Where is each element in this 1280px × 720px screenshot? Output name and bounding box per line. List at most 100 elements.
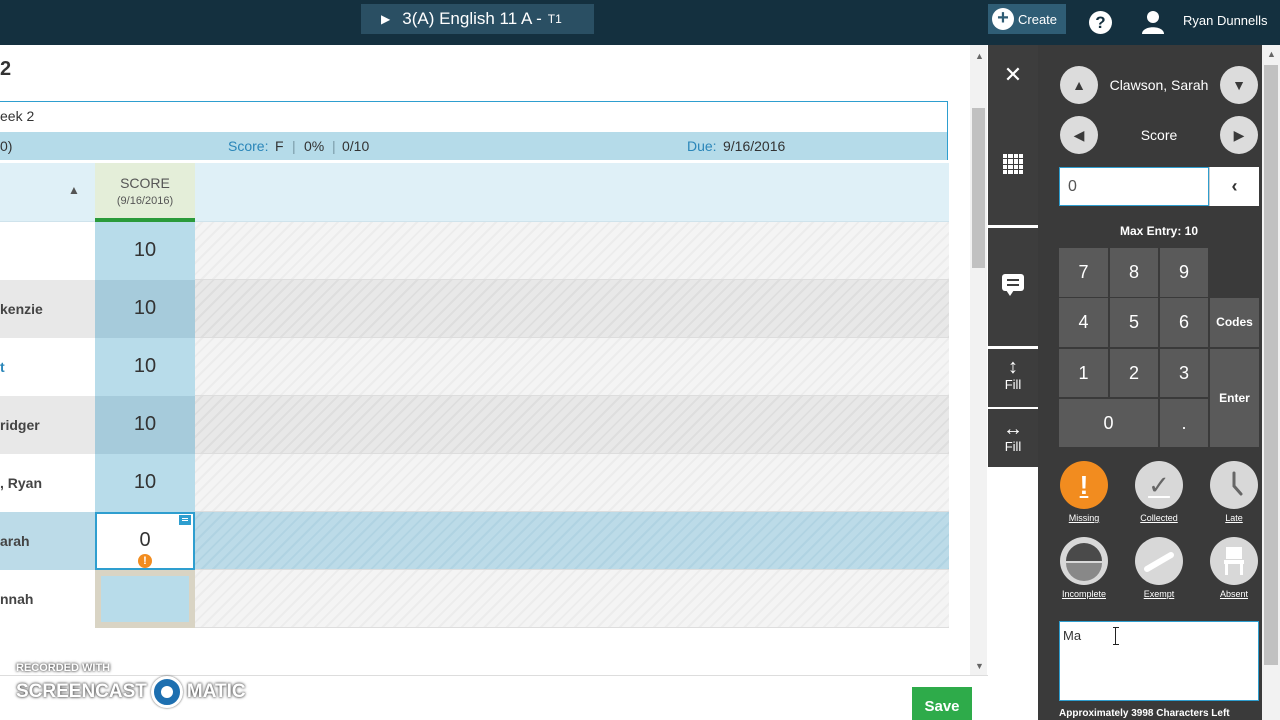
vertical-arrow-icon: ↕: [1008, 356, 1018, 378]
score-cell[interactable]: [95, 570, 195, 628]
play-icon: ▶: [381, 12, 391, 26]
score-points: 0/10: [342, 138, 370, 154]
characters-left: Approximately 3998 Characters Left: [1059, 708, 1230, 719]
max-entry: Max Entry: 10: [1119, 224, 1199, 238]
watermark-left: SCREENCAST: [16, 681, 147, 702]
fill-vertical-button[interactable]: ↕ Fill: [988, 349, 1038, 407]
grid-view-button[interactable]: [988, 105, 1038, 225]
keypad-6[interactable]: 6: [1160, 298, 1208, 347]
score-input[interactable]: 0: [1059, 167, 1209, 206]
score-label: Score:: [228, 138, 269, 154]
keypad-1[interactable]: 1: [1059, 349, 1108, 397]
fill-horizontal-button[interactable]: ↔ Fill: [988, 409, 1038, 467]
due-label: Due:: [687, 138, 717, 154]
close-panel-button[interactable]: ✕: [988, 45, 1038, 105]
score-cell[interactable]: 10: [95, 396, 195, 454]
table-row: t 10: [0, 338, 949, 396]
panel-scrollbar[interactable]: ▲: [1262, 45, 1280, 720]
table-row: , Ryan 10: [0, 454, 949, 512]
scroll-up-icon[interactable]: ▲: [1267, 49, 1276, 59]
class-selector[interactable]: ▶ 3(A) English 11 A - T1: [361, 4, 594, 34]
absent-button[interactable]: Absent: [1209, 537, 1259, 599]
absent-label: Absent: [1219, 589, 1249, 599]
score-grid: ▲ SCORE (9/16/2016) 10 kenzie 10 t 10 ri…: [0, 163, 949, 631]
score-cell[interactable]: 10: [95, 222, 195, 280]
comment-textarea[interactable]: Ma: [1059, 621, 1259, 701]
keypad-2[interactable]: 2: [1110, 349, 1158, 397]
keypad-8[interactable]: 8: [1110, 248, 1158, 297]
clock-icon: [1210, 461, 1258, 509]
keypad-9[interactable]: 9: [1160, 248, 1208, 297]
codes-button[interactable]: Codes: [1210, 298, 1259, 347]
separator: |: [292, 138, 296, 154]
exempt-button[interactable]: Exempt: [1134, 537, 1184, 599]
fill-label: Fill: [1004, 439, 1022, 454]
create-label: Create: [1018, 11, 1058, 27]
top-bar: [0, 0, 1280, 45]
keypad-4[interactable]: 4: [1059, 298, 1108, 347]
help-icon[interactable]: ?: [1089, 11, 1112, 34]
plus-icon: +: [992, 8, 1014, 30]
scrollbar-thumb[interactable]: [1264, 65, 1278, 665]
previous-student-button[interactable]: ▲: [1060, 66, 1098, 104]
watermark-top: RECORDED WITH: [16, 662, 111, 674]
grid-icon: [1003, 154, 1023, 174]
create-button[interactable]: + Create: [988, 4, 1066, 34]
keypad-3[interactable]: 3: [1160, 349, 1208, 397]
score-cell[interactable]: 10: [95, 454, 195, 512]
assignment-header: eek 2 0) Score: F | 0% | 0/10 Due: 9/16/…: [0, 101, 948, 160]
keypad-7[interactable]: 7: [1059, 248, 1108, 297]
student-name-cell[interactable]: arah: [0, 512, 95, 570]
class-title: 3(A) English 11 A -: [402, 9, 542, 28]
keypad-0[interactable]: 0: [1059, 399, 1158, 447]
side-toolbar: ✕ ↕ Fill ↔ Fill: [988, 45, 1038, 720]
keypad-5[interactable]: 5: [1110, 298, 1158, 347]
next-student-button[interactable]: ▼: [1220, 66, 1258, 104]
checkmark-icon: ✓: [1135, 461, 1183, 509]
page-title: 2: [0, 58, 12, 80]
sort-ascending-icon[interactable]: ▲: [68, 183, 80, 197]
save-button[interactable]: Save: [912, 687, 972, 720]
student-name-cell[interactable]: , Ryan: [0, 454, 95, 512]
enter-button[interactable]: Enter: [1210, 349, 1259, 447]
text-cursor-icon: [1113, 627, 1119, 645]
score-column-header[interactable]: SCORE (9/16/2016): [95, 163, 195, 222]
fill-label: Fill: [1004, 377, 1022, 392]
student-name-cell[interactable]: ridger: [0, 396, 95, 454]
user-icon[interactable]: [1142, 10, 1164, 34]
score-header-date: (9/16/2016): [116, 195, 174, 207]
table-row: 10: [0, 222, 949, 280]
student-name-cell[interactable]: kenzie: [0, 280, 95, 338]
table-row: ridger 10: [0, 396, 949, 454]
next-field-button[interactable]: ▶: [1220, 116, 1258, 154]
user-name[interactable]: Ryan Dunnells: [1183, 13, 1268, 28]
keypad-dot[interactable]: .: [1160, 399, 1208, 447]
class-term: T1: [547, 12, 562, 26]
score-cell[interactable]: 10: [95, 338, 195, 396]
student-name-cell[interactable]: nnah: [0, 570, 95, 628]
incomplete-button[interactable]: Incomplete: [1059, 537, 1109, 599]
incomplete-label: Incomplete: [1061, 589, 1107, 599]
main-scrollbar[interactable]: ▲ ▼: [970, 45, 987, 675]
previous-field-button[interactable]: ◀: [1060, 116, 1098, 154]
missing-icon: !: [1060, 461, 1108, 509]
scroll-down-icon[interactable]: ▼: [975, 661, 984, 671]
exempt-label: Exempt: [1143, 589, 1175, 599]
late-button[interactable]: Late: [1209, 461, 1259, 523]
grid-header: ▲ SCORE (9/16/2016): [0, 163, 949, 222]
student-name-cell[interactable]: t: [0, 338, 95, 396]
backspace-button[interactable]: ‹: [1209, 167, 1259, 206]
score-cell-active[interactable]: 0 !: [95, 512, 195, 570]
half-circle-icon: [1060, 537, 1108, 585]
comment-button[interactable]: [988, 228, 1038, 346]
scrollbar-thumb[interactable]: [972, 108, 985, 268]
screencast-watermark: RECORDED WITH SCREENCAST MATIC: [16, 662, 246, 708]
missing-button[interactable]: ! Missing: [1059, 461, 1109, 523]
score-cell[interactable]: 10: [95, 280, 195, 338]
scroll-up-icon[interactable]: ▲: [975, 51, 984, 61]
collected-button[interactable]: ✓ Collected: [1134, 461, 1184, 523]
student-name: Clawson, Sarah: [1109, 77, 1209, 93]
student-name-cell[interactable]: [0, 222, 95, 280]
score-percent: 0%: [304, 138, 325, 154]
table-row: nnah: [0, 570, 949, 628]
